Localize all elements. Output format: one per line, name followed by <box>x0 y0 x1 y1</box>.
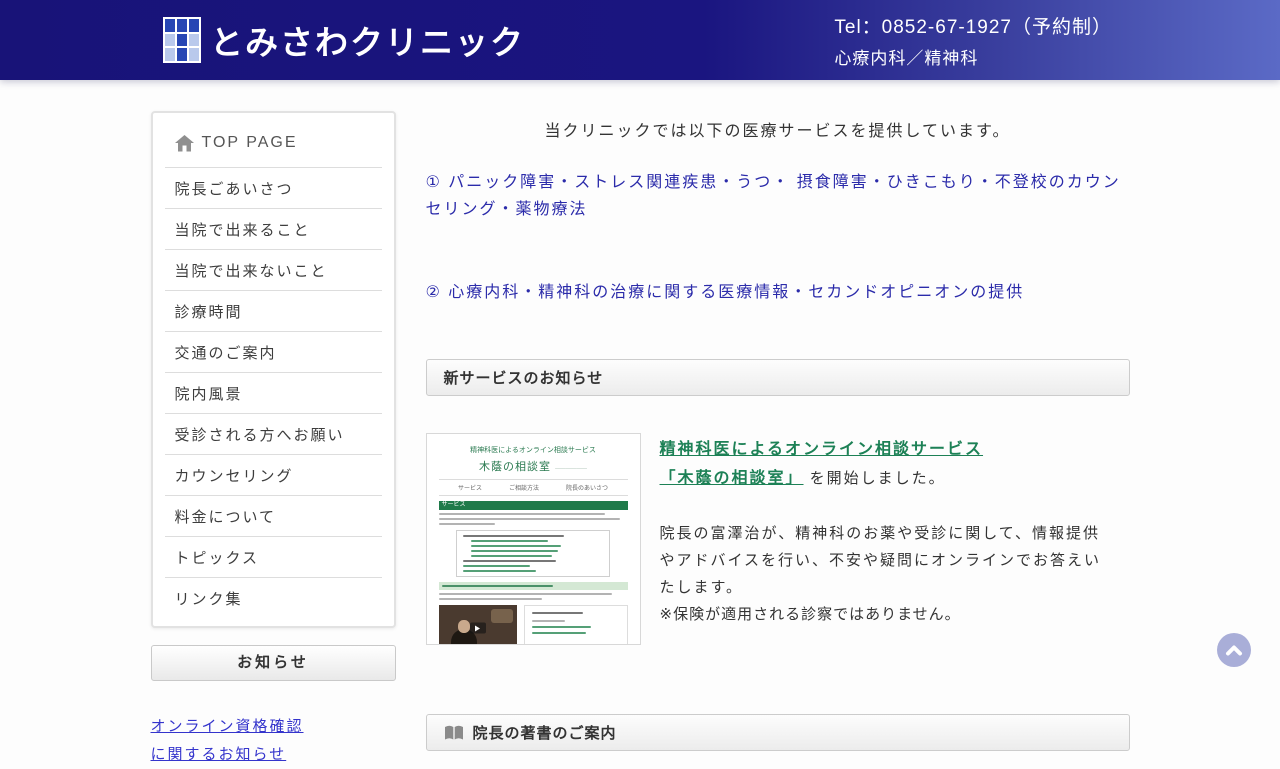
scroll-to-top-button[interactable] <box>1217 633 1251 667</box>
book-icon <box>444 725 464 741</box>
department-label: 心療内科／精神科 <box>834 44 1112 69</box>
sidebar-item-label: TOP PAGE <box>202 134 298 152</box>
thumb-video-row <box>439 605 628 645</box>
service-item-1: ① パニック障害・ストレス関連疾患・うつ・ 摂食障害・ひきこもり・不登校のカウン… <box>426 169 1130 223</box>
clinic-logo-icon <box>163 17 201 63</box>
sidebar-item-what-we-cannot-do[interactable]: 当院で出来ないこと <box>165 249 382 290</box>
site-header: とみさわクリニック Tel：0852-67-1927（予約制） 心療内科／精神科 <box>0 0 1280 80</box>
header-contact: Tel：0852-67-1927（予約制） 心療内科／精神科 <box>834 12 1112 69</box>
thumb-text-line <box>439 523 496 525</box>
thumb-text-line <box>439 518 620 520</box>
sidebar-item-request-to-patients[interactable]: 受診される方へお願い <box>165 413 382 454</box>
video-thumbnail <box>439 605 517 645</box>
sidebar-item-links[interactable]: リンク集 <box>165 577 382 618</box>
news-note-text: ※保険が適用される診察ではありません。 <box>660 606 961 623</box>
sidebar-item-interior[interactable]: 院内風景 <box>165 372 382 413</box>
chevron-up-icon <box>1225 644 1243 656</box>
thumb-title-large: 木蔭の相談室 ───────── <box>439 458 628 474</box>
phone-number: Tel：0852-67-1927（予約制） <box>834 12 1112 39</box>
sidebar-item-greeting[interactable]: 院長ごあいさつ <box>165 167 382 208</box>
sidebar-item-top-page[interactable]: TOP PAGE <box>165 113 382 167</box>
news-body-text: 院長の富澤治が、精神科のお薬や受診に関して、情報提供やアドバイスを行い、不安や疑… <box>660 520 1112 628</box>
news-row: 精神科医によるオンライン相談サービス 木蔭の相談室 ───────── サービス… <box>426 433 1130 645</box>
service-item-2: ② 心療内科・精神科の治療に関する医療情報・セカンドオピニオンの提供 <box>426 279 1130 306</box>
home-icon <box>175 135 194 152</box>
online-eligibility-link[interactable]: オンライン資格確認 に関するお知らせ <box>151 713 396 769</box>
thumb-title-small: 精神科医によるオンライン相談サービス <box>439 445 628 455</box>
play-icon <box>470 623 486 634</box>
service-site-thumbnail[interactable]: 精神科医によるオンライン相談サービス 木蔭の相談室 ───────── サービス… <box>426 433 641 645</box>
news-announcement: 精神科医によるオンライン相談サービス 「木蔭の相談室」 を開始しました。 院長の… <box>660 433 1112 645</box>
thumb-list-box <box>456 530 611 577</box>
main-content: 当クリニックでは以下の医療サービスを提供しています。 ① パニック障害・ストレス… <box>426 111 1130 769</box>
sidebar-item-topics[interactable]: トピックス <box>165 536 382 577</box>
site-title: とみさわクリニック <box>210 16 525 64</box>
sidebar-item-access[interactable]: 交通のご案内 <box>165 331 382 372</box>
thumb-text-line <box>439 593 613 595</box>
sidebar-item-counseling[interactable]: カウンセリング <box>165 454 382 495</box>
sidebar-item-hours[interactable]: 診療時間 <box>165 290 382 331</box>
thumb-nav: サービス ご相談方法 院長のあいさつ <box>439 479 628 496</box>
thumb-subsection-bar <box>439 582 628 590</box>
thumb-text-line <box>439 513 605 515</box>
thumb-caption-box <box>524 605 628 645</box>
notice-button[interactable]: お知らせ <box>151 645 396 681</box>
sidebar: TOP PAGE 院長ごあいさつ 当院で出来ること 当院で出来ないこと 診療時間… <box>151 111 396 769</box>
link-suffix-text: を開始しました。 <box>804 470 946 487</box>
thumb-section-bar: サービス <box>439 501 628 510</box>
intro-text: 当クリニックでは以下の医療サービスを提供しています。 <box>426 117 1130 141</box>
news-section-header: 新サービスのお知らせ <box>426 359 1130 396</box>
sidebar-nav: TOP PAGE 院長ごあいさつ 当院で出来ること 当院で出来ないこと 診療時間… <box>151 111 396 628</box>
sidebar-item-what-we-can-do[interactable]: 当院で出来ること <box>165 208 382 249</box>
thumb-text-line <box>439 598 543 600</box>
sidebar-item-fees[interactable]: 料金について <box>165 495 382 536</box>
site-brand[interactable]: とみさわクリニック <box>163 16 525 64</box>
